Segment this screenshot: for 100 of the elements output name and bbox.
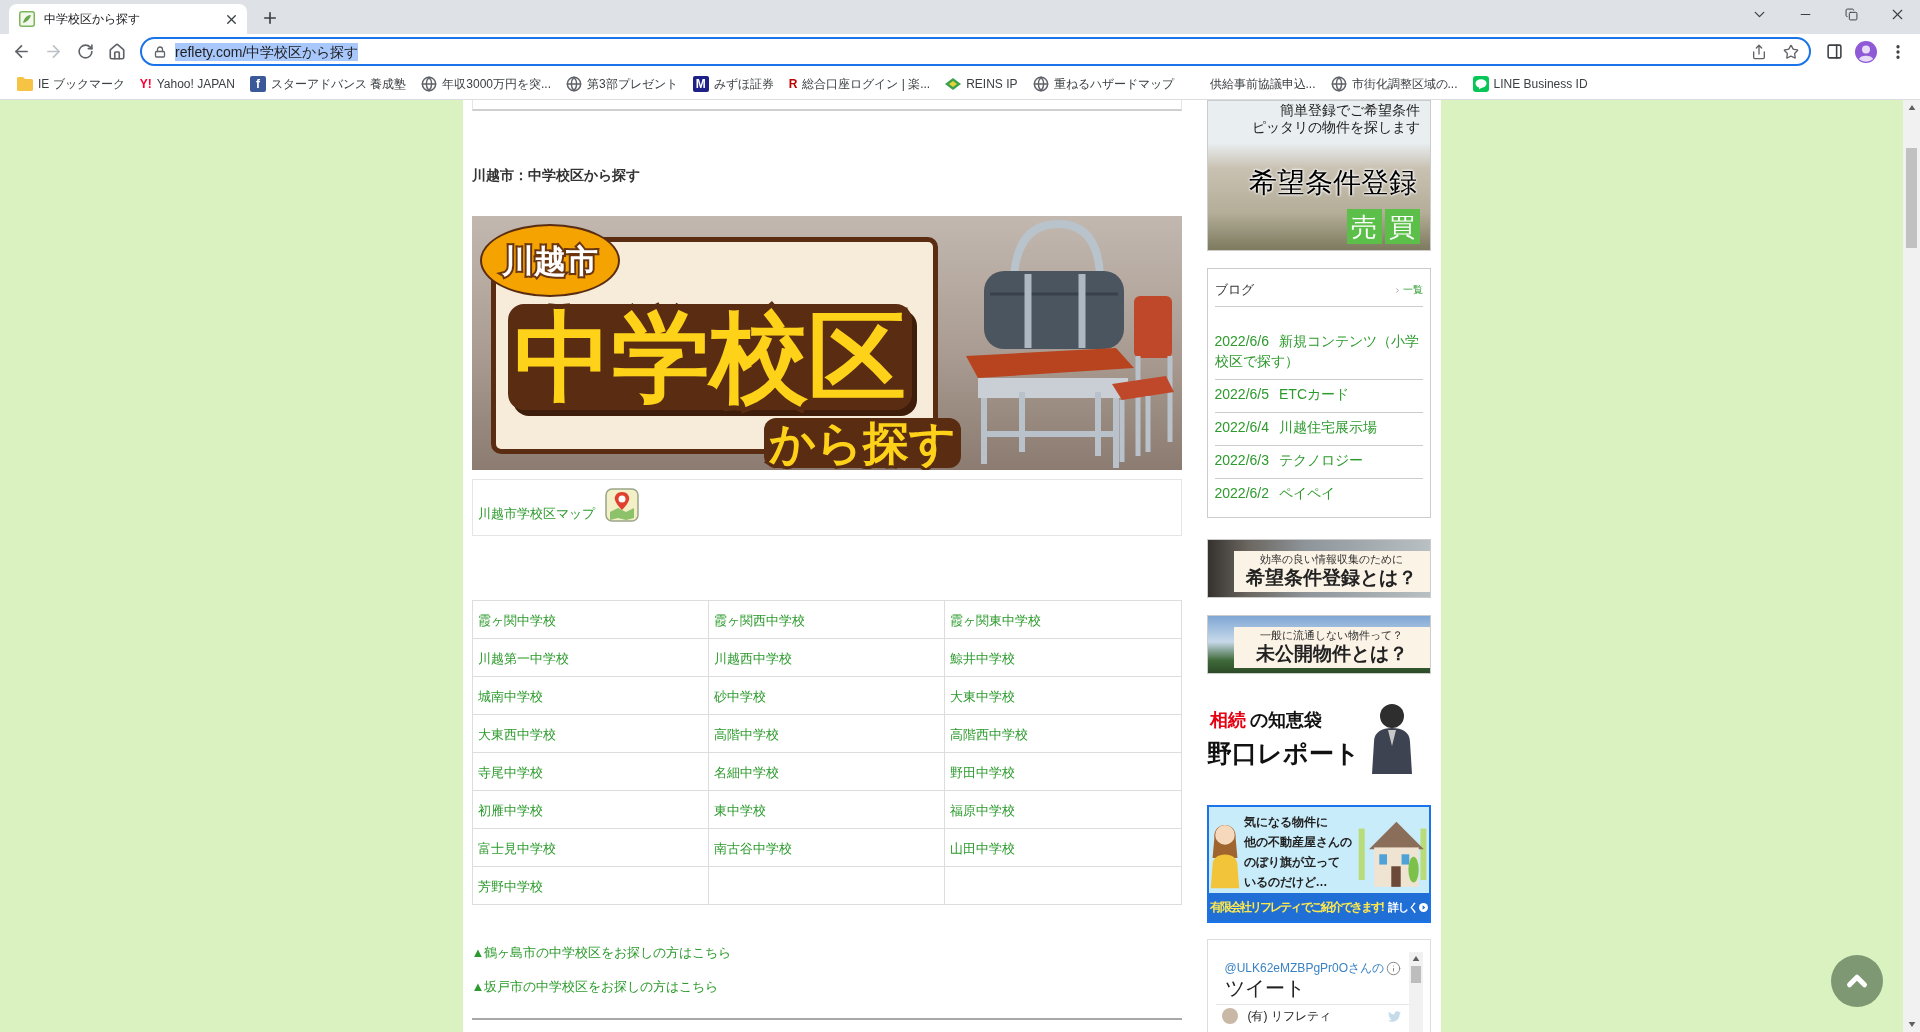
scrollbar-thumb[interactable] [1906,148,1917,248]
school-link[interactable]: 霞ヶ関西中学校 [713,612,805,628]
tweets-title: ツイート [1224,976,1306,1000]
address-bar[interactable]: reflety.com/中学校区から探す [140,37,1811,66]
bookmark-item[interactable]: M みずほ証券 [686,71,780,97]
star-icon[interactable] [1783,43,1799,60]
report-highlight: 相続 [1209,709,1246,731]
promo-banner[interactable]: 効率の良い情報収集のために 希望条件登録とは？ [1206,539,1431,598]
category-tile: 売 [1346,209,1382,244]
agent-banner-text: 気になる物件に 他の不動産屋さんの のぼり旗が立って いるのだけど… [1243,814,1352,891]
bookmark-item[interactable]: 供給事前協議申込... [1182,71,1322,97]
letter-logo: Y! [139,77,152,91]
twitter-handle[interactable]: @ULK62eMZBPgPr0Oさんの [1224,961,1385,976]
promo-headline: 希望条件登録とは？ [1246,566,1417,590]
school-map-link[interactable]: 川越市学校区マップ [477,506,595,522]
agent-banner[interactable]: 気になる物件に 他の不動産屋さんの のぼり旗が立って いるのだけど… 有限会社リフレティ でご紹介できます! 詳しく [1206,805,1431,923]
scrollbar-thumb[interactable] [1410,966,1421,983]
details-link[interactable]: 詳しく [1387,900,1428,914]
school-link[interactable]: 福原中学校 [950,802,1016,818]
restore-icon[interactable] [1844,7,1858,21]
school-link[interactable]: 高階中学校 [713,726,779,742]
school-link[interactable]: 霞ヶ関東中学校 [950,612,1042,628]
promo-caption: 効率の良い情報収集のために [1260,553,1403,566]
bookmark-item[interactable]: 第3部プレゼント [560,71,684,97]
school-link[interactable]: 山田中学校 [950,840,1016,856]
chat-bubble-icon [1472,76,1489,92]
globe-icon [421,76,438,92]
school-link[interactable]: 名細中学校 [713,764,779,780]
agent-footer-text: 有限会社リフレティ でご紹介できます! [1209,900,1383,914]
tweet-author: (有) リフレティ [1247,1008,1332,1024]
city-badge: 川越市 [479,224,620,297]
category-tile: 買 [1384,209,1420,244]
promo-headline: 未公開物件とは？ [1255,642,1408,666]
school-link[interactable]: 寺尾中学校 [477,764,543,780]
bookmark-item[interactable]: R 総合口座ログイン | 楽... [782,71,937,97]
school-link[interactable]: 東中学校 [713,802,766,818]
bookmark-item[interactable]: f スターアドバンス 養成塾 [243,71,413,97]
promo-banner[interactable]: 一般に流通しない物件って？ 未公開物件とは？ [1206,615,1431,674]
widget-scrollbar[interactable] [1408,952,1423,1032]
school-link[interactable]: 鯨井中学校 [950,650,1016,666]
section-heading: 川越市：中学校区から探す [471,167,641,183]
page-scrollbar[interactable] [1903,100,1920,1032]
url-text: reflety.com/中学校区から探す [175,42,359,61]
blog-post-link[interactable]: 2022/6/2 ペイペイ [1214,483,1423,503]
avatar-icon [1221,1008,1238,1024]
bird-icon [1387,1009,1401,1023]
register-banner[interactable]: 簡単登録でご希望条件 ピッタリの物件を探します 希望条件登録 売 買 [1206,100,1431,251]
promo-caption: 一般に流通しない物件って？ [1260,629,1403,642]
chevron-right-icon [1393,286,1401,294]
diamond-icon [945,78,962,90]
school-link[interactable]: 霞ヶ関中学校 [477,612,556,628]
school-link[interactable]: 富士見中学校 [477,840,556,856]
letter-logo: R [788,77,798,91]
bookmark-item[interactable]: 年収3000万円を突... [415,71,557,97]
globe-icon [566,76,582,92]
school-link[interactable]: 初雁中学校 [477,802,543,818]
school-link[interactable]: 高階西中学校 [950,726,1029,742]
bookmark-item[interactable]: REINS IP [939,71,1024,97]
school-link[interactable]: 川越第一中学校 [477,650,569,666]
register-banner-text: 簡単登録でご希望条件 ピッタリの物件を探します [1251,102,1420,136]
share-icon[interactable] [1751,43,1767,60]
blog-title: ブログ [1214,282,1254,298]
bookmark-item[interactable]: IE ブックマーク [11,71,131,97]
globe-icon [1032,76,1049,92]
blog-post-link[interactable]: 2022/6/4 川越住宅展示場 [1214,417,1423,437]
new-tab-icon[interactable] [261,9,279,27]
blog-more-link[interactable]: 一覧 [1393,284,1423,296]
school-link[interactable]: 大東西中学校 [477,726,556,742]
profile-avatar-icon[interactable] [1855,40,1877,63]
city-link[interactable]: ▲鶴ヶ島市の中学校区をお探しの方はこちら [471,945,732,961]
school-link[interactable]: 大東中学校 [950,688,1016,704]
bookmark-item[interactable]: LINE Business ID [1466,71,1594,97]
blog-post-link[interactable]: 2022/6/6 新規コンテンツ（小学校区で探す） [1214,331,1423,371]
blog-post-link[interactable]: 2022/6/3 テクノロジー [1214,450,1423,470]
home-icon[interactable] [108,42,126,61]
school-link[interactable]: 野田中学校 [950,764,1016,780]
scroll-down-icon[interactable] [1907,1022,1916,1027]
school-link[interactable]: 砂中学校 [713,688,766,704]
report-label: の知恵袋 [1249,709,1322,731]
folder-icon [17,77,33,91]
bookmark-item[interactable]: 市街化調整区域の... [1324,71,1464,97]
side-panel-icon[interactable] [1825,43,1843,60]
scroll-up-icon[interactable] [1907,105,1916,110]
bookmark-item[interactable]: Y! Yahoo! JAPAN [133,71,241,97]
school-link[interactable]: 芳野中学校 [477,878,543,894]
school-link[interactable]: 南古谷中学校 [713,840,792,856]
school-link[interactable]: 城南中学校 [477,688,543,704]
info-icon[interactable] [1386,961,1402,976]
reload-icon[interactable] [76,43,94,60]
school-link[interactable]: 川越西中学校 [713,650,792,666]
browser-tab[interactable]: 中学校区から探す [9,4,247,34]
city-link[interactable]: ▲坂戸市の中学校区をお探しの方はこちら [471,979,719,995]
register-banner-title: 希望条件登録 [1248,168,1417,198]
scroll-up-icon[interactable] [1411,956,1420,961]
blog-post-link[interactable]: 2022/6/5 ETCカード [1214,384,1423,404]
report-title[interactable]: 野口レポート [1206,739,1360,767]
lock-icon[interactable] [154,45,166,58]
site-favicon-icon [19,11,35,27]
bookmark-item[interactable]: 重ねるハザードマップ [1026,71,1180,97]
map-pin-icon[interactable] [604,488,639,522]
